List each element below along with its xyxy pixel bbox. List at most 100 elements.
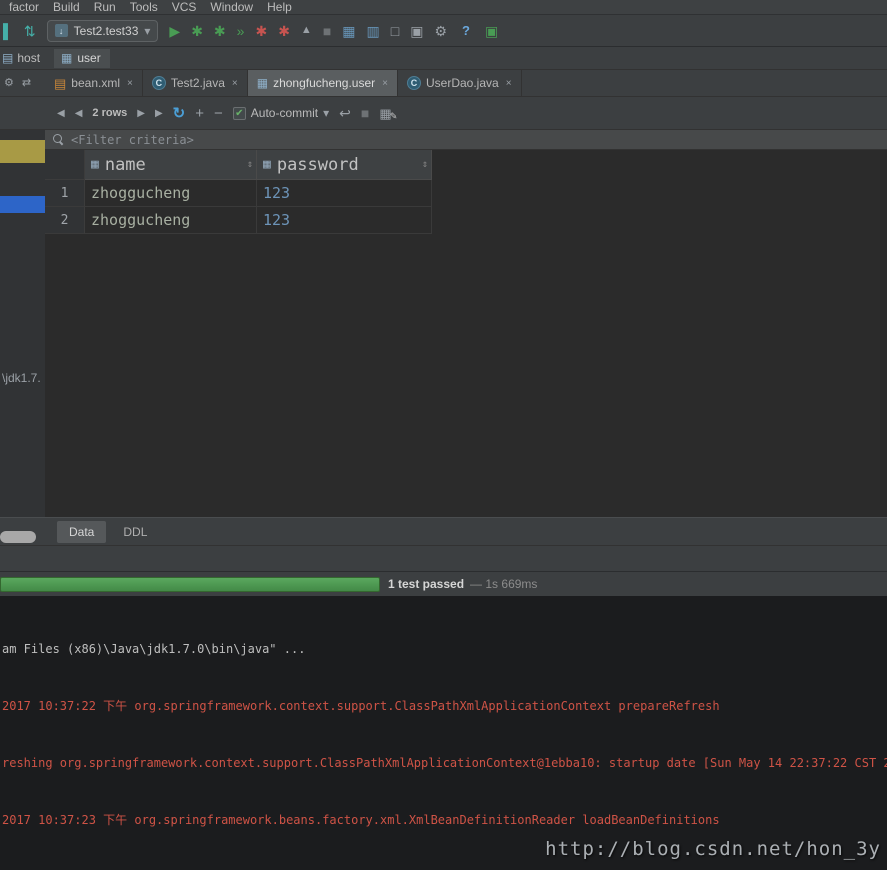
database-icon[interactable]: ▥ [367,24,380,38]
menu-item-help[interactable]: Help [260,0,299,14]
tests-passed-label: 1 test passed [388,577,464,591]
coverage-report-icon[interactable]: ▦ [342,24,355,38]
chevron-down-icon: ▾ [323,106,329,120]
tab-ddl[interactable]: DDL [111,521,159,543]
main-area: \jdk1.7. ◀ ◀ 2 rows ▶ ▶ ↻ + − ✔ Auto-com… [0,97,887,517]
step-icon[interactable]: ▲ [301,25,312,36]
stop-icon[interactable]: ■ [323,24,331,38]
tree-node-highlighted[interactable] [0,140,45,163]
switch-icon[interactable]: ⇄ [22,78,31,89]
console-line: reshing org.springframework.context.supp… [2,754,887,773]
settings-icon[interactable]: ⚙ [434,24,447,38]
rerun-icon[interactable]: ✱ [214,24,226,38]
run-icon[interactable]: ▶ [169,24,180,38]
menu-item-vcs[interactable]: VCS [165,0,204,14]
tab-label: UserDao.java [426,76,499,90]
close-icon[interactable]: × [127,78,133,89]
auto-commit-label: Auto-commit [251,106,318,120]
close-icon[interactable]: × [382,78,388,89]
table-editor: ◀ ◀ 2 rows ▶ ▶ ↻ + − ✔ Auto-commit ▾ ↩ ■… [45,97,887,517]
menu-item-window[interactable]: Window [203,0,260,14]
delete-row-icon[interactable]: − [214,105,223,122]
menu-item-run[interactable]: Run [87,0,123,14]
tab-label: zhongfucheng.user [273,76,375,90]
column-label: password [277,155,359,175]
debug-icon[interactable]: ✱ [278,24,290,38]
checkbox-checked-icon: ✔ [233,107,246,120]
column-header-password[interactable]: ▦ password ⇕ [257,150,432,180]
table-tab-user[interactable]: ▦ user [54,49,110,68]
run-config-icon: ↓ [55,24,68,37]
run-console: am Files (x86)\Java\jdk1.7.0\bin\java" .… [0,596,887,870]
structure-view-icon[interactable]: □ [391,24,399,38]
tab-userdao-java[interactable]: C UserDao.java × [398,70,522,96]
filter-criteria-input[interactable] [71,133,471,147]
breadcrumb-row: ▤ host ▦ user [0,47,887,70]
toolwindow-partial-icon[interactable]: ▌ [3,24,13,38]
cell-password[interactable]: 123 [257,180,432,207]
gutter-toolbar-strip [0,97,45,130]
console-line: am Files (x86)\Java\jdk1.7.0\bin\java" .… [2,640,887,659]
add-row-icon[interactable]: + [195,105,204,122]
tree-node-selected[interactable] [0,196,45,213]
test-duration-label: — 1s 669ms [470,577,537,591]
run-config-label: Test2.test33 [74,24,139,38]
test-status-bar: 1 test passed — 1s 669ms [0,571,887,596]
test-result-text: 1 test passed — 1s 669ms [388,577,537,591]
revert-icon[interactable]: ↩ [339,106,351,120]
tab-test2-java[interactable]: C Test2.java × [143,70,248,96]
tab-label: Test2.java [171,76,225,90]
run-anything-icon[interactable]: » [237,24,245,38]
close-icon[interactable]: × [232,78,238,89]
cell-name[interactable]: zhoggucheng [85,180,257,207]
editor-tabs-bar: ⚙ ⇄ ▤ bean.xml × C Test2.java × ▦ zhongf… [0,70,887,97]
tab-data[interactable]: Data [57,521,106,543]
run-configuration-select[interactable]: ↓ Test2.test33 ▾ [47,20,159,42]
host-icon: ▤ [2,52,13,64]
project-panel-edge: \jdk1.7. [0,97,45,517]
grid-toolbar: ◀ ◀ 2 rows ▶ ▶ ↻ + − ✔ Auto-commit ▾ ↩ ■… [45,97,887,130]
horizontal-scrollbar-thumb[interactable] [0,531,36,543]
hotswap-icon[interactable]: ✱ [255,24,267,38]
table-tab-label: user [77,51,100,65]
menu-item-tools[interactable]: Tools [123,0,165,14]
auto-commit-toggle[interactable]: ✔ Auto-commit ▾ [233,106,329,120]
calendar-icon[interactable]: ▣ [410,24,423,38]
stop-query-icon[interactable]: ■ [361,106,369,120]
row-number[interactable]: 1 [45,180,85,207]
tab-bean-xml[interactable]: ▤ bean.xml × [45,70,143,96]
menu-item-refactor[interactable]: factor [2,0,46,14]
sort-icon[interactable]: ⇕ [422,159,428,170]
tab-zhongfucheng-user[interactable]: ▦ zhongfucheng.user × [248,70,398,96]
table-row: 1 zhoggucheng 123 [45,180,887,207]
sort-icon[interactable]: ⇕ [247,159,253,170]
test-progress-bar [0,577,380,592]
coverage-icon[interactable]: ✱ [191,24,203,38]
table-icon: ▦ [61,52,72,64]
console-line: 2017 10:37:22 下午 org.springframework.con… [2,697,887,716]
column-icon: ▦ [91,157,99,172]
breadcrumb-host[interactable]: ▤ host [0,51,40,65]
next-page-icon[interactable]: ▶ [137,108,145,119]
update-project-icon[interactable]: ▣ [485,24,498,38]
menu-item-build[interactable]: Build [46,0,87,14]
gear-icon[interactable]: ⚙ [4,78,14,89]
cell-password[interactable]: 123 [257,207,432,234]
sync-icon[interactable]: ⇅ [24,24,36,38]
row-number[interactable]: 2 [45,207,85,234]
column-icon: ▦ [263,157,271,172]
last-page-icon[interactable]: ▶ [155,108,163,119]
table-icon: ▦ [257,77,268,89]
tab-label: bean.xml [71,76,120,90]
tree-node-jdk-path[interactable]: \jdk1.7. [2,371,41,385]
search-icon [53,134,64,145]
first-page-icon[interactable]: ◀ [57,108,65,119]
close-icon[interactable]: × [506,78,512,89]
help-icon[interactable]: ? [458,23,474,39]
reload-icon[interactable]: ↻ [173,104,186,122]
menu-bar: factor Build Run Tools VCS Window Help [0,0,887,15]
column-header-name[interactable]: ▦ name ⇕ [85,150,257,180]
previous-page-icon[interactable]: ◀ [75,108,83,119]
cell-name[interactable]: zhoggucheng [85,207,257,234]
submit-dml-icon[interactable]: ▦ ✎ [379,105,395,121]
